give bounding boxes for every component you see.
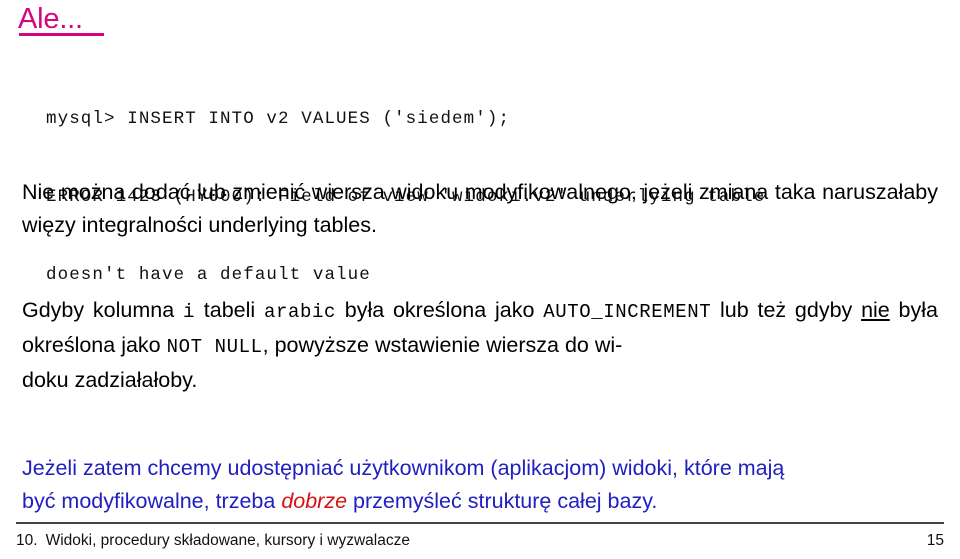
code-line: doesn't have a default value [46,265,371,285]
paragraph-text: tabeli [194,298,264,322]
paragraph-text: była określona jako [335,298,544,322]
paragraph-text: Nie można dodać lub zmienić wiersza wido… [22,180,769,204]
paragraph-text: doku zadziałałoby. [22,368,198,392]
inline-code-column-i: i [182,301,195,323]
footer-section: 10. Widoki, procedury składowane, kursory… [16,530,410,552]
paragraph-text: lub też gdyby [711,298,862,322]
code-line: mysql> INSERT INTO v2 VALUES ('siedem'); [46,109,511,129]
paragraph-text: Jeżeli zatem chcemy udostępniać użytkown… [22,456,785,480]
footer-divider [16,522,944,524]
paragraph-text: być modyfikowalne, trzeba [22,489,282,513]
paragraph-column-definition: Gdyby kolumna i tabeli arabic była okreś… [22,294,938,397]
footer-section-number: 10. [16,532,38,549]
slide-footer: 10. Widoki, procedury składowane, kursory… [16,530,944,552]
inline-code-not-null: NOT NULL [166,336,263,358]
emphasis-nie: nie [861,298,890,322]
paragraph-text: underlying tables. [208,213,377,237]
presentation-slide: Ale... mysql> INSERT INTO v2 VALUES ('si… [0,0,960,559]
paragraph-last-line: być modyfikowalne, trzeba dobrze przemyś… [22,485,938,518]
paragraph-integrity-note: Nie można dodać lub zmienić wiersza wido… [22,176,938,242]
page-number: 15 [926,532,944,549]
inline-code-auto-increment: AUTO_INCREMENT [543,301,712,323]
paragraph-text: przemyśleć strukturę całej bazy. [347,489,658,513]
page-title: Ale... [18,3,83,35]
footer-section-title: Widoki, procedury składowane, kursory i … [45,532,410,549]
paragraph-text: Gdyby kolumna [22,298,183,322]
inline-code-table-arabic: arabic [263,301,336,323]
paragraph-design-advice: Jeżeli zatem chcemy udostępniać użytkown… [22,452,938,518]
paragraph-text: , powyższe wstawienie wiersza do wi- [262,333,623,357]
title-underline-rule [19,33,104,36]
emphasis-dobrze: dobrze [281,489,348,513]
